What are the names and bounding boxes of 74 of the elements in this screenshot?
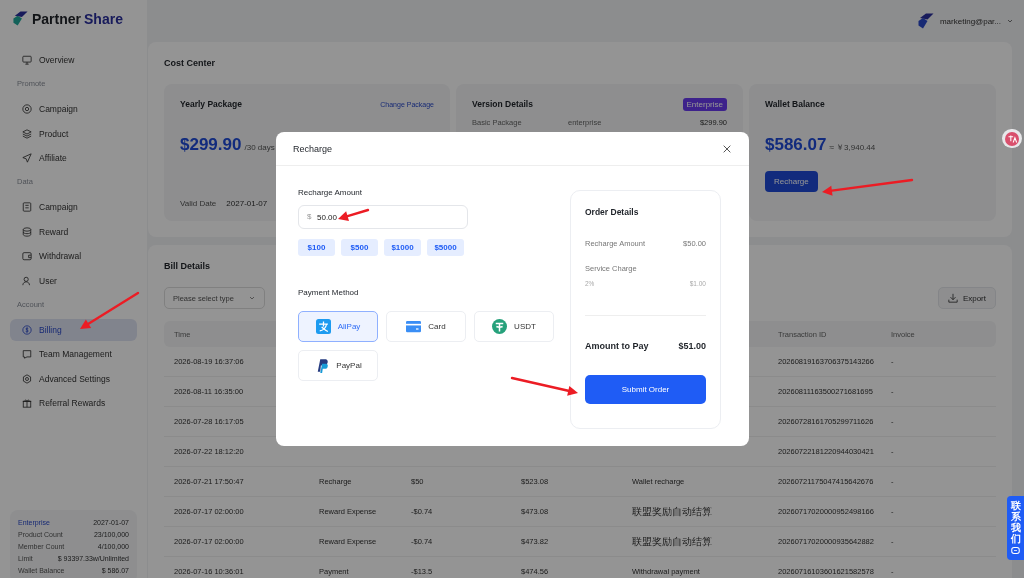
- payment-method-option[interactable]: Card: [386, 311, 466, 342]
- sidebar-item[interactable]: Referral Rewards: [10, 392, 137, 414]
- total-amount: $51.00: [678, 341, 706, 351]
- gift-icon: [22, 398, 32, 408]
- wallet-icon: [22, 251, 32, 261]
- wallet-amount: $586.07: [765, 135, 827, 155]
- avatar-icon: [916, 12, 935, 30]
- chat-icon: [22, 349, 32, 359]
- valid-date-label: Valid Date: [180, 199, 217, 208]
- alipay-icon: [315, 319, 331, 334]
- dollar-icon: [22, 324, 32, 335]
- document-icon: [22, 202, 32, 212]
- order-title: Order Details: [585, 207, 640, 217]
- panel-title: Bill Details: [164, 261, 210, 271]
- sidebar-item[interactable]: Reward: [10, 220, 137, 243]
- chat-icon: [1011, 546, 1020, 555]
- preset-amount-button[interactable]: $500: [341, 239, 378, 256]
- field-label: Recharge Amount: [298, 188, 364, 197]
- database-icon: [22, 226, 32, 237]
- sidebar-item[interactable]: Advanced Settings: [10, 367, 137, 390]
- close-icon[interactable]: [722, 143, 732, 154]
- card-title: Wallet Balance: [765, 99, 825, 109]
- card-icon: [406, 319, 422, 334]
- payment-method-option[interactable]: AliPay: [298, 311, 378, 342]
- sidebar-item[interactable]: Overview: [10, 49, 137, 71]
- logo-icon: [12, 10, 29, 27]
- recharge-button[interactable]: Recharge: [765, 171, 818, 192]
- table-cell-text: 联盟奖励自动结算: [631, 534, 713, 549]
- field-label: Payment Method: [298, 288, 360, 297]
- logo-text: Share: [84, 10, 123, 27]
- tether-icon: [492, 319, 508, 334]
- send-icon: [22, 153, 32, 163]
- sidebar-item[interactable]: Campaign: [10, 196, 137, 218]
- user-email[interactable]: marketing@par...: [939, 16, 1001, 26]
- gear-icon: [22, 373, 32, 384]
- wallet-approx: ≈ ￥3,940.44: [829, 142, 876, 153]
- sidebar-item[interactable]: Team Management: [10, 343, 137, 365]
- payment-method-option[interactable]: USDT: [474, 311, 554, 342]
- download-icon: [947, 293, 958, 303]
- annotation-arrow: [80, 291, 140, 329]
- total-label: Amount to Pay: [585, 341, 649, 351]
- package-period: /30 days: [244, 143, 275, 152]
- target-icon: [22, 104, 32, 114]
- translate-icon: [1005, 131, 1019, 146]
- plan-badge: Enterprise: [682, 97, 727, 111]
- annotation-arrow: [510, 376, 578, 396]
- panel-title: Cost Center: [164, 58, 215, 68]
- contact-tab[interactable]: 联系我们: [1007, 496, 1024, 560]
- annotation-arrow: [338, 208, 370, 221]
- sidebar-item[interactable]: Billing: [10, 318, 137, 341]
- user-icon: [22, 275, 32, 286]
- submit-order-button[interactable]: Submit Order: [585, 375, 706, 404]
- sidebar-item[interactable]: Product: [10, 122, 137, 145]
- monitor-icon: [22, 55, 32, 65]
- sidebar-item[interactable]: Affiliate: [10, 147, 137, 169]
- card-title: Yearly Package: [180, 99, 242, 109]
- currency-symbol: $: [307, 212, 312, 221]
- logo-text: Partner: [32, 10, 82, 27]
- preset-amount-button[interactable]: $100: [298, 239, 335, 256]
- valid-date: 2027-01-07: [226, 199, 268, 208]
- card-title: Version Details: [472, 99, 533, 109]
- preset-amount-button[interactable]: $1000: [384, 239, 421, 256]
- caret-icon: [1006, 17, 1014, 25]
- layers-icon: [22, 128, 32, 139]
- sidebar-item[interactable]: Withdrawal: [10, 245, 137, 267]
- preset-amount-button[interactable]: $5000: [427, 239, 464, 256]
- sidebar-item[interactable]: User: [10, 269, 137, 292]
- export-button[interactable]: Export: [937, 287, 996, 309]
- table-cell-text: 联盟奖励自动结算: [631, 504, 713, 519]
- sidebar-item[interactable]: Campaign: [10, 98, 137, 120]
- caret-icon: [248, 294, 256, 302]
- payment-method-option[interactable]: PayPal: [298, 350, 378, 381]
- dialog-title: Recharge: [293, 143, 333, 154]
- package-price: $299.90: [180, 135, 242, 155]
